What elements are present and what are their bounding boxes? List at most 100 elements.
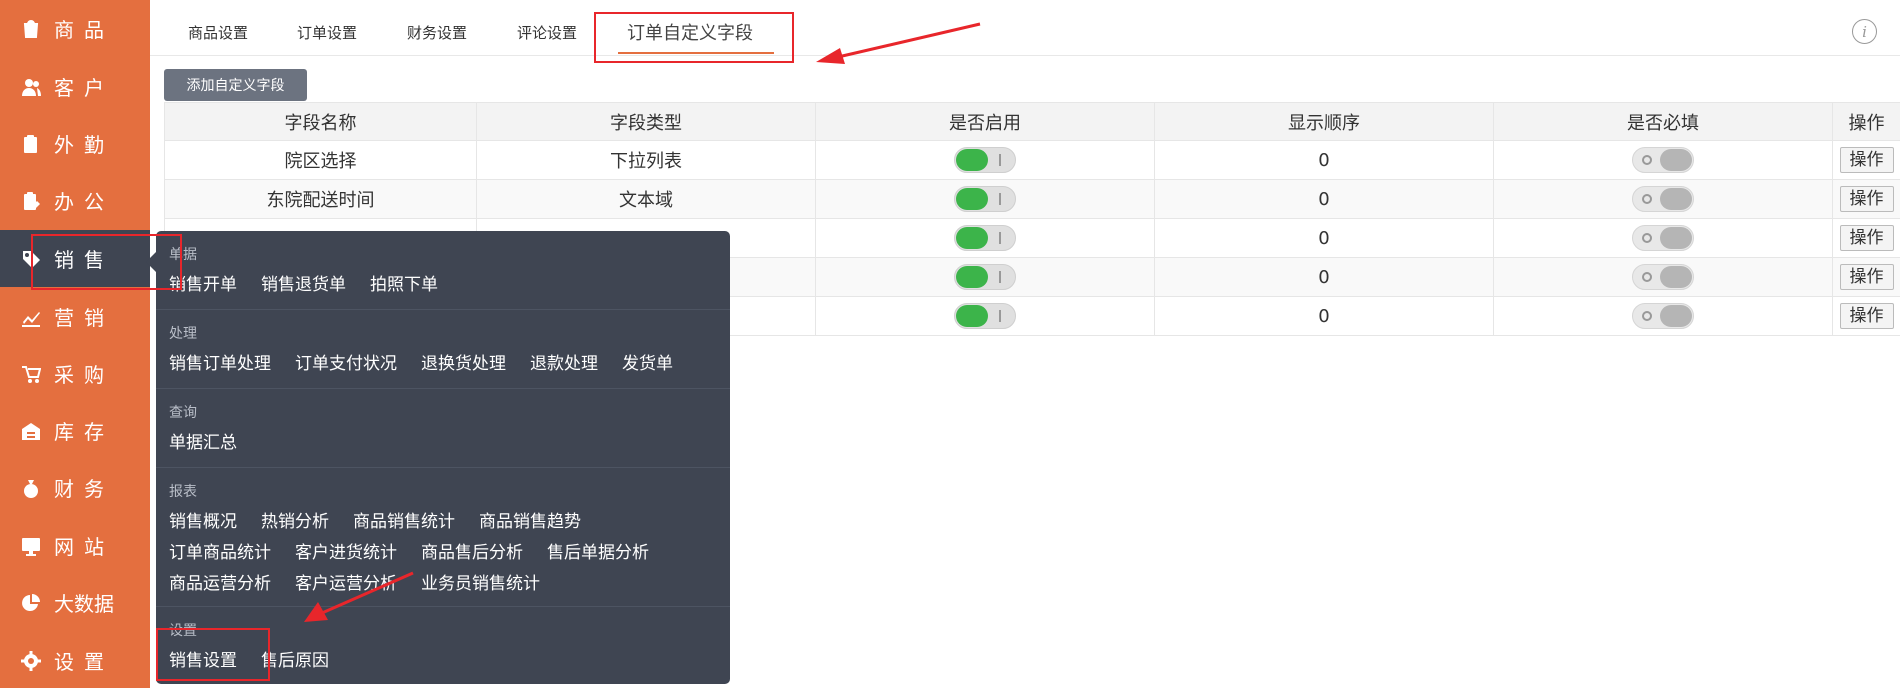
action-button[interactable]: 操作 bbox=[1839, 186, 1894, 212]
sidebar-item-0[interactable]: 商品 bbox=[0, 0, 150, 57]
enabled-toggle[interactable] bbox=[954, 147, 1016, 173]
cell-display-order: 0 bbox=[1154, 296, 1494, 336]
cell-enabled bbox=[815, 296, 1155, 336]
sidebar-item-5[interactable]: 营销 bbox=[0, 288, 150, 345]
flyout-link[interactable]: 销售退货单 bbox=[261, 270, 346, 295]
flyout-link[interactable]: 商品销售趋势 bbox=[479, 507, 581, 532]
flyout-link[interactable]: 热销分析 bbox=[261, 507, 329, 532]
cell-actions: 操作 bbox=[1832, 179, 1900, 219]
tab-product-settings[interactable]: 商品设置 bbox=[188, 22, 248, 43]
cell-actions: 操作 bbox=[1832, 257, 1900, 297]
tab-bar: 商品设置 订单设置 财务设置 评论设置 订单自定义字段 bbox=[150, 0, 1900, 56]
sidebar-item-11[interactable]: 设置 bbox=[0, 632, 150, 688]
required-toggle[interactable] bbox=[1632, 147, 1694, 173]
action-button[interactable]: 操作 bbox=[1839, 264, 1894, 290]
flyout-section-documents: 单据 销售开单 销售退货单 拍照下单 bbox=[169, 244, 462, 295]
flyout-link[interactable]: 业务员销售统计 bbox=[421, 569, 540, 594]
flyout-section-title: 查询 bbox=[169, 405, 197, 421]
sidebar-item-3[interactable]: 办公 bbox=[0, 172, 150, 229]
header-required: 是否必填 bbox=[1493, 102, 1833, 141]
tab-order-settings[interactable]: 订单设置 bbox=[297, 22, 357, 43]
annotation-box-tab bbox=[594, 12, 794, 63]
action-button[interactable]: 操作 bbox=[1839, 225, 1894, 251]
header-field-name: 字段名称 bbox=[164, 102, 477, 141]
money-bag-icon bbox=[20, 477, 42, 499]
flyout-link[interactable]: 商品运营分析 bbox=[169, 569, 271, 594]
table-row: 东院配送时间 文本域 0 操作 bbox=[164, 179, 1900, 219]
sidebar-item-label: 库存 bbox=[54, 420, 114, 444]
tab-review-settings[interactable]: 评论设置 bbox=[517, 22, 577, 43]
required-toggle[interactable] bbox=[1632, 225, 1694, 251]
sidebar-item-7[interactable]: 库存 bbox=[0, 402, 150, 459]
flyout-link[interactable]: 销售概况 bbox=[169, 507, 237, 532]
flyout-link-row: 销售订单处理 订单支付状况 退换货处理 退款处理 发货单 bbox=[169, 349, 697, 374]
cell-field-name: 东院配送时间 bbox=[164, 179, 477, 219]
action-button[interactable]: 操作 bbox=[1839, 147, 1894, 173]
enabled-toggle[interactable] bbox=[954, 186, 1016, 212]
required-toggle[interactable] bbox=[1632, 303, 1694, 329]
sidebar-item-label: 财务 bbox=[54, 477, 114, 501]
flyout-link-row: 商品运营分析 客户运营分析 业务员销售统计 bbox=[169, 569, 673, 594]
flyout-link[interactable]: 退款处理 bbox=[530, 349, 598, 374]
flyout-link[interactable]: 客户运营分析 bbox=[295, 569, 397, 594]
cell-field-name: 院区选择 bbox=[164, 140, 477, 180]
tab-finance-settings[interactable]: 财务设置 bbox=[407, 22, 467, 43]
flyout-link-row: 销售开单 销售退货单 拍照下单 bbox=[169, 270, 462, 295]
sidebar-item-8[interactable]: 财务 bbox=[0, 459, 150, 516]
flyout-divider bbox=[156, 606, 730, 607]
cell-required bbox=[1493, 179, 1833, 219]
sidebar-item-9[interactable]: 网站 bbox=[0, 517, 150, 574]
cell-enabled bbox=[815, 257, 1155, 297]
header-display-order: 显示顺序 bbox=[1154, 102, 1494, 141]
flyout-link[interactable]: 发货单 bbox=[622, 349, 673, 374]
sidebar-item-label: 营销 bbox=[54, 306, 114, 330]
header-enabled: 是否启用 bbox=[815, 102, 1155, 141]
sidebar-item-2[interactable]: 外勤 bbox=[0, 115, 150, 172]
flyout-link-row: 订单商品统计 客户进货统计 商品售后分析 售后单据分析 bbox=[169, 538, 673, 563]
flyout-link-row: 销售概况 热销分析 商品销售统计 商品销售趋势 bbox=[169, 507, 673, 532]
flyout-link[interactable]: 售后单据分析 bbox=[547, 538, 649, 563]
sidebar-item-label: 大数据 bbox=[54, 592, 114, 616]
add-custom-field-button[interactable]: 添加自定义字段 bbox=[164, 69, 307, 101]
flyout-link[interactable]: 订单支付状况 bbox=[295, 349, 397, 374]
action-button[interactable]: 操作 bbox=[1839, 303, 1894, 329]
gear-icon bbox=[20, 650, 42, 672]
bag-icon bbox=[20, 18, 42, 40]
required-toggle[interactable] bbox=[1632, 264, 1694, 290]
flyout-section-title: 报表 bbox=[169, 484, 197, 500]
flyout-divider bbox=[156, 467, 730, 468]
cell-actions: 操作 bbox=[1832, 218, 1900, 258]
flyout-link[interactable]: 退换货处理 bbox=[421, 349, 506, 374]
flyout-link[interactable]: 客户进货统计 bbox=[295, 538, 397, 563]
enabled-toggle[interactable] bbox=[954, 303, 1016, 329]
flyout-section-reports: 报表 销售概况 热销分析 商品销售统计 商品销售趋势 订单商品统计 客户进货统计 商品售后分析… bbox=[169, 481, 673, 594]
enabled-toggle[interactable] bbox=[954, 225, 1016, 251]
sidebar-item-label: 网站 bbox=[54, 535, 114, 559]
info-icon[interactable]: i bbox=[1852, 19, 1877, 44]
enabled-toggle[interactable] bbox=[954, 264, 1016, 290]
trend-icon bbox=[20, 306, 42, 328]
sidebar-item-10[interactable]: 大数据 bbox=[0, 574, 150, 631]
flyout-link[interactable]: 拍照下单 bbox=[370, 270, 438, 295]
annotation-box-sales-settings bbox=[156, 628, 270, 681]
flyout-link[interactable]: 销售订单处理 bbox=[169, 349, 271, 374]
flyout-link[interactable]: 商品售后分析 bbox=[421, 538, 523, 563]
sidebar-item-1[interactable]: 客户 bbox=[0, 58, 150, 115]
flyout-link[interactable]: 单据汇总 bbox=[169, 428, 237, 453]
clipboard-icon bbox=[20, 133, 42, 155]
table-row: 院区选择 下拉列表 0 操作 bbox=[164, 140, 1900, 180]
flyout-link[interactable]: 售后原因 bbox=[261, 646, 329, 671]
flyout-section-processing: 处理 销售订单处理 订单支付状况 退换货处理 退款处理 发货单 bbox=[169, 323, 697, 374]
flyout-link[interactable]: 订单商品统计 bbox=[169, 538, 271, 563]
flyout-divider bbox=[156, 309, 730, 310]
cell-display-order: 0 bbox=[1154, 140, 1494, 180]
sidebar-item-label: 客户 bbox=[54, 76, 114, 100]
flyout-link[interactable]: 商品销售统计 bbox=[353, 507, 455, 532]
sidebar-item-label: 外勤 bbox=[54, 133, 114, 157]
cell-enabled bbox=[815, 218, 1155, 258]
required-toggle[interactable] bbox=[1632, 186, 1694, 212]
sidebar-item-6[interactable]: 采购 bbox=[0, 345, 150, 402]
flyout-link-row: 单据汇总 bbox=[169, 428, 261, 453]
header-actions: 操作 bbox=[1832, 102, 1900, 141]
sidebar-item-label: 采购 bbox=[54, 363, 114, 387]
